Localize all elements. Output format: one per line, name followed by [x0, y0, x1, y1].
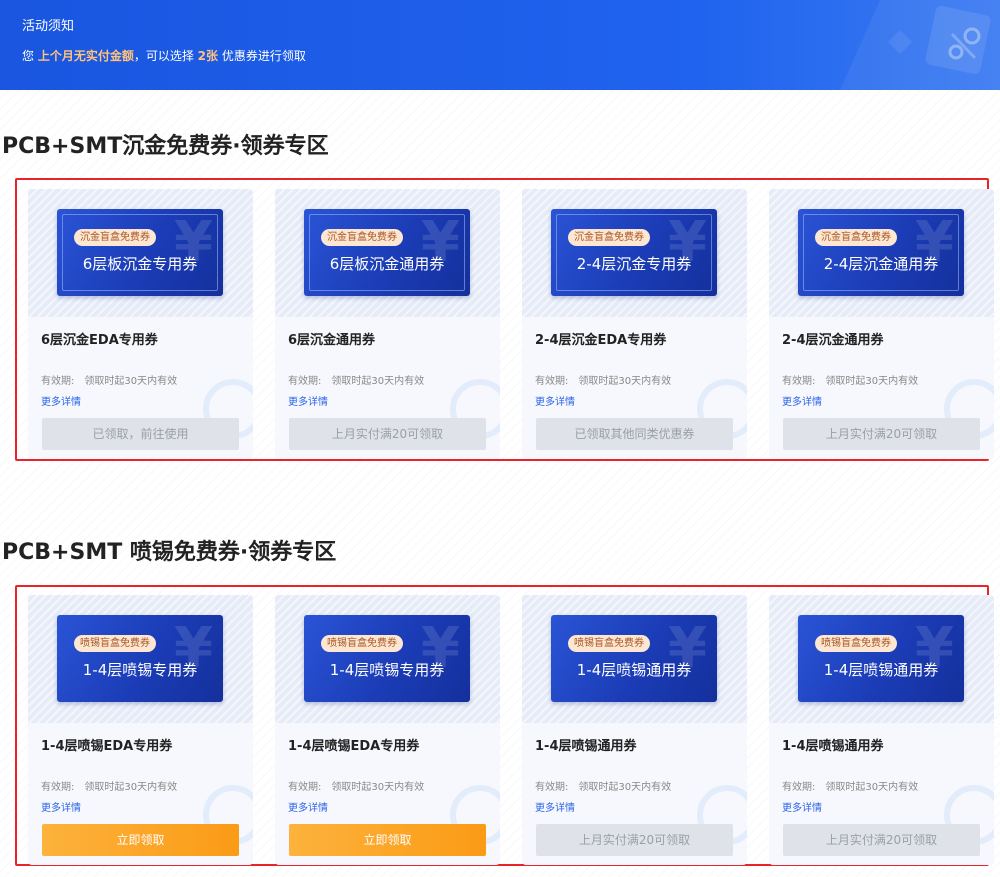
validity-value: 领取时起30天内有效 [84, 782, 178, 793]
section-title-gold: PCB+SMT沉金免费券·领券专区 [2, 134, 329, 159]
coupon-ticket: ¥ 喷锡盲盒免费券 1-4层喷锡专用券 [57, 615, 223, 702]
more-details-link[interactable]: 更多详情 [782, 393, 822, 408]
validity-value: 领取时起30天内有效 [578, 782, 672, 793]
coupon-validity: 有效期: 领取时起30天内有效 [288, 372, 424, 387]
coupon-validity: 有效期: 领取时起30天内有效 [535, 778, 671, 793]
coupon-card: ¥ 沉金盲盒免费券 6层板沉金通用券 6层沉金通用券 有效期: 领取时起30天内有… [275, 189, 500, 459]
coupon-card: ¥ 喷锡盲盒免费券 1-4层喷锡专用券 1-4层喷锡EDA专用券 有效期: 领取时… [28, 595, 253, 865]
coupon-tag: 喷锡盲盒免费券 [568, 635, 650, 652]
notice-title: 活动须知 [22, 19, 75, 34]
validity-value: 领取时起30天内有效 [84, 376, 178, 387]
coupon-validity: 有效期: 领取时起30天内有效 [41, 778, 177, 793]
coupon-validity: 有效期: 领取时起30天内有效 [288, 778, 424, 793]
coupon-ticket-name: 1-4层喷锡通用券 [576, 661, 692, 679]
coupon-ticket-name: 2-4层沉金专用券 [576, 255, 692, 273]
coupon-ticket-name: 1-4层喷锡专用券 [329, 661, 445, 679]
coupon-card: ¥ 沉金盲盒免费券 6层板沉金专用券 6层沉金EDA专用券 有效期: 领取时起30… [28, 189, 253, 459]
validity-value: 领取时起30天内有效 [331, 376, 425, 387]
coupon-tag: 沉金盲盒免费券 [321, 229, 403, 246]
coupon-card: ¥ 喷锡盲盒免费券 1-4层喷锡通用券 1-4层喷锡通用券 有效期: 领取时起30… [522, 595, 747, 865]
coupon-validity: 有效期: 领取时起30天内有效 [41, 372, 177, 387]
validity-label: 有效期: [782, 376, 816, 387]
coupon-name: 6层沉金通用券 [288, 333, 376, 348]
claim-button[interactable]: 已领取其他同类优惠券 [536, 418, 733, 450]
coupon-ticket: ¥ 喷锡盲盒免费券 1-4层喷锡专用券 [304, 615, 470, 702]
notice-banner: 活动须知 您 上个月无实付金额，可以选择 2张 优惠券进行领取 [0, 0, 1000, 90]
more-details-link[interactable]: 更多详情 [535, 393, 575, 408]
coupon-card: ¥ 喷锡盲盒免费券 1-4层喷锡专用券 1-4层喷锡EDA专用券 有效期: 领取时… [275, 595, 500, 865]
more-details-link[interactable]: 更多详情 [41, 393, 81, 408]
more-details-link[interactable]: 更多详情 [782, 799, 822, 814]
notice-count: 2张 [197, 49, 219, 63]
coupon-name: 2-4层沉金EDA专用券 [535, 333, 667, 348]
more-details-link[interactable]: 更多详情 [535, 799, 575, 814]
coupon-ticket-name: 6层板沉金专用券 [82, 255, 198, 273]
more-details-link[interactable]: 更多详情 [288, 393, 328, 408]
coupon-validity: 有效期: 领取时起30天内有效 [782, 372, 918, 387]
coupon-ticket: ¥ 沉金盲盒免费券 6层板沉金通用券 [304, 209, 470, 296]
validity-label: 有效期: [41, 782, 75, 793]
claim-button[interactable]: 上月实付满20可领取 [783, 824, 980, 856]
coupon-tag: 喷锡盲盒免费券 [74, 635, 156, 652]
claim-button[interactable]: 上月实付满20可领取 [536, 824, 733, 856]
coupon-name: 2-4层沉金通用券 [782, 333, 884, 348]
notice-highlight: 上个月无实付金额 [37, 49, 134, 63]
coupon-ticket: ¥ 喷锡盲盒免费券 1-4层喷锡通用券 [551, 615, 717, 702]
notice-text: 您 上个月无实付金额，可以选择 2张 优惠券进行领取 [22, 47, 306, 64]
coupon-validity: 有效期: 领取时起30天内有效 [782, 778, 918, 793]
coupon-tag: 沉金盲盒免费券 [74, 229, 156, 246]
coupon-ticket-name: 6层板沉金通用券 [329, 255, 445, 273]
validity-value: 领取时起30天内有效 [331, 782, 425, 793]
coupon-card: ¥ 沉金盲盒免费券 2-4层沉金专用券 2-4层沉金EDA专用券 有效期: 领取时… [522, 189, 747, 459]
validity-label: 有效期: [535, 376, 569, 387]
banner-decoration-icon [840, 0, 1000, 90]
validity-label: 有效期: [288, 376, 322, 387]
validity-label: 有效期: [288, 782, 322, 793]
coupon-ticket: ¥ 沉金盲盒免费券 6层板沉金专用券 [57, 209, 223, 296]
validity-label: 有效期: [535, 782, 569, 793]
coupon-ticket-name: 1-4层喷锡专用券 [82, 661, 198, 679]
coupon-ticket: ¥ 沉金盲盒免费券 2-4层沉金通用券 [798, 209, 964, 296]
coupon-name: 1-4层喷锡EDA专用券 [41, 739, 173, 754]
coupon-tag: 喷锡盲盒免费券 [321, 635, 403, 652]
notice-middle: ，可以选择 [133, 49, 198, 63]
claim-button[interactable]: 立即领取 [42, 824, 239, 856]
coupon-card: ¥ 沉金盲盒免费券 2-4层沉金通用券 2-4层沉金通用券 有效期: 领取时起30… [769, 189, 994, 459]
coupon-ticket: ¥ 沉金盲盒免费券 2-4层沉金专用券 [551, 209, 717, 296]
validity-value: 领取时起30天内有效 [825, 376, 919, 387]
coupon-ticket-name: 1-4层喷锡通用券 [823, 661, 939, 679]
claim-button[interactable]: 立即领取 [289, 824, 486, 856]
claim-button[interactable]: 上月实付满20可领取 [783, 418, 980, 450]
validity-value: 领取时起30天内有效 [578, 376, 672, 387]
coupon-tag: 沉金盲盒免费券 [815, 229, 897, 246]
coupon-name: 6层沉金EDA专用券 [41, 333, 158, 348]
section-title-tin: PCB+SMT 喷锡免费券·领券专区 [2, 540, 337, 565]
notice-suffix: 优惠券进行领取 [218, 49, 306, 63]
more-details-link[interactable]: 更多详情 [41, 799, 81, 814]
coupon-validity: 有效期: 领取时起30天内有效 [535, 372, 671, 387]
claim-button[interactable]: 上月实付满20可领取 [289, 418, 486, 450]
coupon-name: 1-4层喷锡通用券 [535, 739, 637, 754]
notice-prefix: 您 [22, 49, 38, 63]
coupon-card: ¥ 喷锡盲盒免费券 1-4层喷锡通用券 1-4层喷锡通用券 有效期: 领取时起30… [769, 595, 994, 865]
coupon-name: 1-4层喷锡EDA专用券 [288, 739, 420, 754]
coupon-name: 1-4层喷锡通用券 [782, 739, 884, 754]
coupon-tag: 喷锡盲盒免费券 [815, 635, 897, 652]
more-details-link[interactable]: 更多详情 [288, 799, 328, 814]
validity-label: 有效期: [782, 782, 816, 793]
validity-label: 有效期: [41, 376, 75, 387]
coupon-ticket: ¥ 喷锡盲盒免费券 1-4层喷锡通用券 [798, 615, 964, 702]
validity-value: 领取时起30天内有效 [825, 782, 919, 793]
coupon-tag: 沉金盲盒免费券 [568, 229, 650, 246]
coupon-ticket-name: 2-4层沉金通用券 [823, 255, 939, 273]
claim-button[interactable]: 已领取，前往使用 [42, 418, 239, 450]
